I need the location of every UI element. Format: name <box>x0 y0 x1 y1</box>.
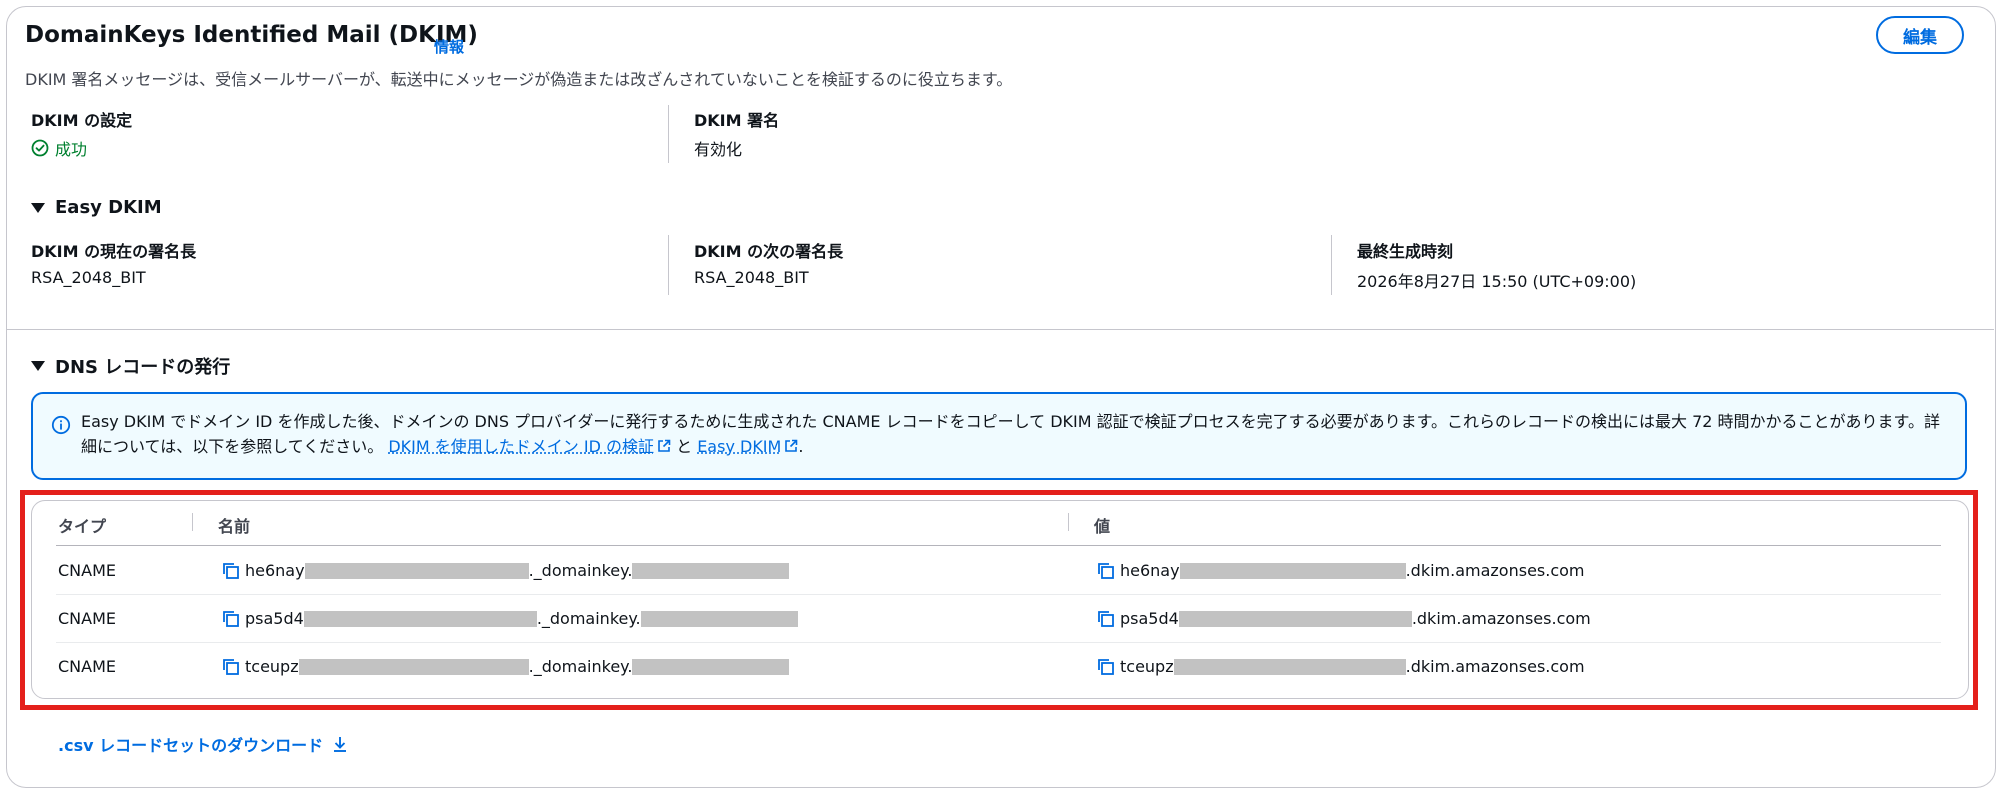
dkim-verification-link[interactable]: DKIM を使用したドメイン ID の検証 <box>388 437 671 456</box>
row1-value-suffix: .dkim.amazonses.com <box>1405 561 1585 580</box>
copy-icon[interactable] <box>1097 562 1115 580</box>
info-text: Easy DKIM でドメイン ID を作成した後、ドメインの DNS プロバイ… <box>81 409 1953 459</box>
column-header-type: タイプ <box>58 517 107 536</box>
last-generated-value: 2026年8月27日 15:50 (UTC+09:00) <box>1357 272 1637 291</box>
page-title: DomainKeys Identified Mail (DKIM) <box>25 22 478 48</box>
dkim-signing-label: DKIM 署名 <box>694 111 780 130</box>
row1-name-prefix: he6nay <box>245 561 305 580</box>
column-divider <box>668 105 669 163</box>
row3-name[interactable]: tceupz ._domainkey. <box>222 657 790 676</box>
dkim-config-status: 成功 <box>31 136 87 160</box>
column-header-name: 名前 <box>218 517 251 536</box>
dkim-verification-link-label: DKIM を使用したドメイン ID の検証 <box>388 437 654 456</box>
row1-name-mid: ._domainkey. <box>528 561 633 580</box>
redaction <box>303 610 537 627</box>
copy-icon[interactable] <box>1097 610 1115 628</box>
external-link-icon <box>658 439 671 452</box>
row2-name[interactable]: psa5d4 ._domainkey. <box>222 609 798 628</box>
info-icon <box>51 415 71 435</box>
current-key-length-value: RSA_2048_BIT <box>31 268 146 287</box>
row3-value-prefix: tceupz <box>1120 657 1174 676</box>
copy-icon[interactable] <box>1097 658 1115 676</box>
row1-type: CNAME <box>58 561 116 580</box>
row3-value[interactable]: tceupz .dkim.amazonses.com <box>1097 657 1585 676</box>
section-separator <box>6 329 1994 330</box>
next-key-length-value: RSA_2048_BIT <box>694 268 809 287</box>
redaction <box>1179 562 1406 579</box>
easy-dkim-link-label: Easy DKIM <box>697 437 782 456</box>
copy-icon[interactable] <box>222 658 240 676</box>
caret-down-icon <box>31 361 45 371</box>
row2-value-prefix: psa5d4 <box>1120 609 1179 628</box>
column-header-value: 値 <box>1094 517 1111 536</box>
next-key-length-label: DKIM の次の署名長 <box>694 242 844 261</box>
download-icon <box>334 737 347 752</box>
row3-value-suffix: .dkim.amazonses.com <box>1405 657 1585 676</box>
row-divider <box>56 594 1941 595</box>
info-link[interactable]: 情報 <box>434 36 464 57</box>
dkim-config-label: DKIM の設定 <box>31 111 133 130</box>
info-conjunction: と <box>676 437 693 456</box>
last-generated-label: 最終生成時刻 <box>1357 242 1454 261</box>
dkim-config-value: 成功 <box>55 140 88 159</box>
csv-download-link[interactable]: .csv レコードセットのダウンロード <box>58 732 349 756</box>
redaction <box>1178 610 1412 627</box>
redaction <box>640 610 798 627</box>
caret-down-icon <box>31 202 45 213</box>
redaction <box>298 658 529 675</box>
column-separator <box>1068 513 1069 531</box>
easy-dkim-link[interactable]: Easy DKIM <box>697 437 798 456</box>
current-key-length-label: DKIM の現在の署名長 <box>31 242 197 261</box>
redaction <box>304 562 529 579</box>
redaction <box>632 562 790 579</box>
row1-name[interactable]: he6nay ._domainkey. <box>222 561 790 580</box>
row3-type: CNAME <box>58 657 116 676</box>
copy-icon[interactable] <box>222 562 240 580</box>
easy-dkim-title: Easy DKIM <box>55 197 162 218</box>
copy-icon[interactable] <box>222 610 240 628</box>
row3-name-mid: ._domainkey. <box>528 657 633 676</box>
redaction <box>1173 658 1406 675</box>
row1-value[interactable]: he6nay .dkim.amazonses.com <box>1097 561 1585 580</box>
edit-button[interactable]: 編集 <box>1876 16 1964 54</box>
easy-dkim-toggle[interactable]: Easy DKIM <box>31 197 162 218</box>
row3-name-prefix: tceupz <box>245 657 299 676</box>
check-circle-icon <box>31 139 49 157</box>
row-divider <box>56 642 1941 643</box>
info-body: Easy DKIM でドメイン ID を作成した後、ドメインの DNS プロバイ… <box>81 412 1940 456</box>
row2-value-suffix: .dkim.amazonses.com <box>1411 609 1591 628</box>
column-separator <box>192 513 193 531</box>
dns-records-title: DNS レコードの発行 <box>55 357 231 378</box>
table-header-divider <box>56 545 1941 546</box>
row2-value[interactable]: psa5d4 .dkim.amazonses.com <box>1097 609 1591 628</box>
csv-download-label: .csv レコードセットのダウンロード <box>58 736 324 755</box>
row2-name-prefix: psa5d4 <box>245 609 304 628</box>
row2-type: CNAME <box>58 609 116 628</box>
redaction <box>632 658 790 675</box>
row1-value-prefix: he6nay <box>1120 561 1180 580</box>
column-divider <box>668 235 669 295</box>
header-description: DKIM 署名メッセージは、受信メールサーバーが、転送中にメッセージが偽造または… <box>25 70 1013 89</box>
external-link-icon <box>785 439 798 452</box>
dkim-signing-value: 有効化 <box>694 140 743 159</box>
column-divider <box>1331 235 1332 295</box>
dns-records-toggle[interactable]: DNS レコードの発行 <box>31 353 230 379</box>
info-period: . <box>798 437 804 456</box>
info-alert: Easy DKIM でドメイン ID を作成した後、ドメインの DNS プロバイ… <box>31 392 1967 480</box>
row2-name-mid: ._domainkey. <box>536 609 641 628</box>
